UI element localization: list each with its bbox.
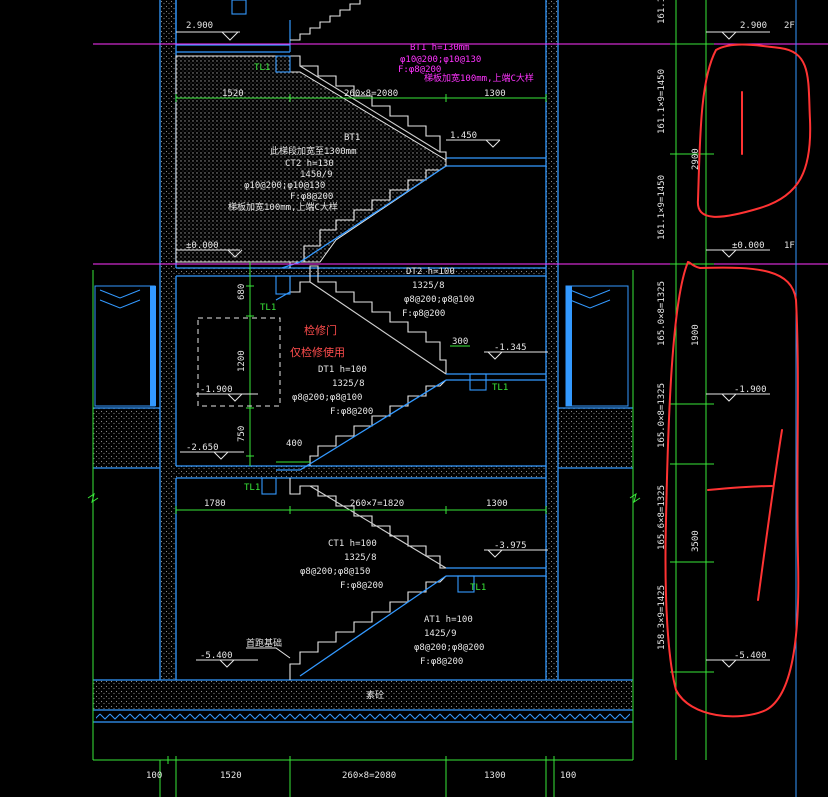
- level-m5400: -5.400: [200, 651, 233, 661]
- dim-750: 750: [237, 426, 247, 442]
- tl1-label-e: TL1: [470, 583, 486, 593]
- tl1-label-c: TL1: [492, 383, 508, 393]
- dim-1200: 1200: [237, 350, 247, 372]
- ct1-note-4: F:φ8@200: [340, 581, 383, 591]
- bt1-notes: BT1 h=130mm φ10@200;φ10@130 F:φ8@200 梯板加…: [398, 43, 534, 84]
- tl1-label-a: TL1: [254, 63, 270, 73]
- bottom-dim-1520: 1520: [220, 771, 242, 781]
- door-note-2: 仅检修使用: [290, 345, 345, 359]
- bottom-dim-100a: 100: [146, 771, 162, 781]
- at1-note-3: φ8@200;φ8@200: [414, 643, 484, 653]
- step-top: 161.1: [657, 0, 667, 24]
- bt1-note-2: φ10@200;φ10@130: [400, 55, 481, 65]
- level-m1900: -1.900: [200, 385, 233, 395]
- level-1450: 1.450: [450, 131, 477, 141]
- bt1-label: BT1: [344, 133, 360, 143]
- walls: [93, 0, 633, 723]
- markup-loop-lower: [664, 260, 800, 718]
- door-notes: 检修门 仅检修使用: [290, 323, 345, 359]
- step-4: 165.0×8=1325: [657, 383, 667, 448]
- right-level-2900: 2.900: [740, 21, 767, 31]
- bottom-dim-1300: 1300: [484, 771, 506, 781]
- door-note-1: 检修门: [304, 323, 337, 337]
- dt2-note-2: 1325/8: [412, 281, 445, 291]
- right-level-m1900: -1.900: [734, 385, 767, 395]
- dt2-note-3: φ8@200;φ8@100: [404, 295, 474, 305]
- bottom-dim-100b: 100: [560, 771, 576, 781]
- bottom-dim-2080: 260×8=2080: [342, 771, 396, 781]
- at1-note-4: F:φ8@200: [420, 657, 463, 667]
- ct1-note-2: 1325/8: [344, 553, 377, 563]
- ct2-note-1: CT2 h=130: [285, 159, 334, 169]
- right-level-m5400: -5.400: [734, 651, 767, 661]
- level-2900: 2.900: [186, 21, 213, 31]
- dt2-note-4: F:φ8@200: [402, 309, 445, 319]
- markup-stroke-mid: [707, 485, 773, 491]
- right-step-dims: 161.1 161.1×9=1450 161.1×9=1450 165.0×8=…: [657, 0, 701, 650]
- level-m3975: -3.975: [494, 541, 527, 551]
- dt1-note-1: DT1 h=100: [318, 365, 367, 375]
- dim-1900: 1900: [691, 324, 701, 346]
- dim-300: 300: [452, 337, 468, 347]
- floor-tag-1f: 1F: [784, 241, 795, 251]
- ct2-note-5: 梯板加宽100mm,上端C大样: [228, 201, 338, 213]
- dim-1820: 260×7=1820: [350, 499, 404, 509]
- stair-section-drawing: 2.900 1.450 ±0.000 -1.345 -1.900 -2.650 …: [87, 0, 828, 797]
- dt1-notes: DT1 h=100 1325/8 φ8@200;φ8@100 F:φ8@200: [292, 365, 373, 417]
- step-2: 161.1×9=1450: [657, 175, 667, 240]
- dim-1520a: 1520: [222, 89, 244, 99]
- dt2-note-1: DT2 h=100: [406, 267, 455, 277]
- at1-note-1: AT1 h=100: [424, 615, 473, 625]
- step-1: 161.1×9=1450: [657, 69, 667, 134]
- dt1-note-3: φ8@200;φ8@100: [292, 393, 362, 403]
- level-m1345: -1.345: [494, 343, 527, 353]
- tl1-label-d: TL1: [244, 483, 260, 493]
- ct1-note-1: CT1 h=100: [328, 539, 377, 549]
- dim-400: 400: [286, 439, 302, 449]
- level-m2650: -2.650: [186, 443, 219, 453]
- at1-note-2: 1425/9: [424, 629, 457, 639]
- right-level-0: ±0.000: [732, 241, 765, 251]
- dim-1780: 1780: [204, 499, 226, 509]
- anchor-note: 首跑基础: [246, 637, 282, 649]
- markup-loop-upper: [696, 43, 812, 218]
- bt1-note-4: 梯板加宽100mm,上端C大样: [424, 72, 534, 84]
- dim-1300a: 1300: [484, 89, 506, 99]
- dt1-note-4: F:φ8@200: [330, 407, 373, 417]
- ct2-note-2: 1450/9: [300, 170, 333, 180]
- dim-3500: 3500: [691, 530, 701, 552]
- ct1-notes: CT1 h=100 1325/8 φ8@200;φ8@150 F:φ8@200: [300, 539, 383, 591]
- level-0: ±0.000: [186, 241, 219, 251]
- red-markup: [664, 43, 812, 718]
- bt1-note-1: BT1 h=130mm: [410, 43, 470, 53]
- fill-note: 素砼: [366, 689, 384, 701]
- dim-1300b: 1300: [486, 499, 508, 509]
- ct2-note-4: F:φ8@200: [290, 192, 333, 202]
- floor-tag-2f: 2F: [784, 21, 795, 31]
- ct2-note-3: φ10@200;φ10@130: [244, 181, 325, 191]
- step-3: 165.0×8=1325: [657, 281, 667, 346]
- dt1-note-2: 1325/8: [332, 379, 365, 389]
- tl1-label-b: TL1: [260, 303, 276, 313]
- ct1-note-3: φ8@200;φ8@150: [300, 567, 370, 577]
- markup-stroke-diag: [757, 429, 783, 601]
- dim-680: 680: [237, 284, 247, 300]
- dim-2080a: 260×8=2080: [344, 89, 398, 99]
- ct2-note-0: 此梯段加宽至1300mm: [270, 145, 357, 157]
